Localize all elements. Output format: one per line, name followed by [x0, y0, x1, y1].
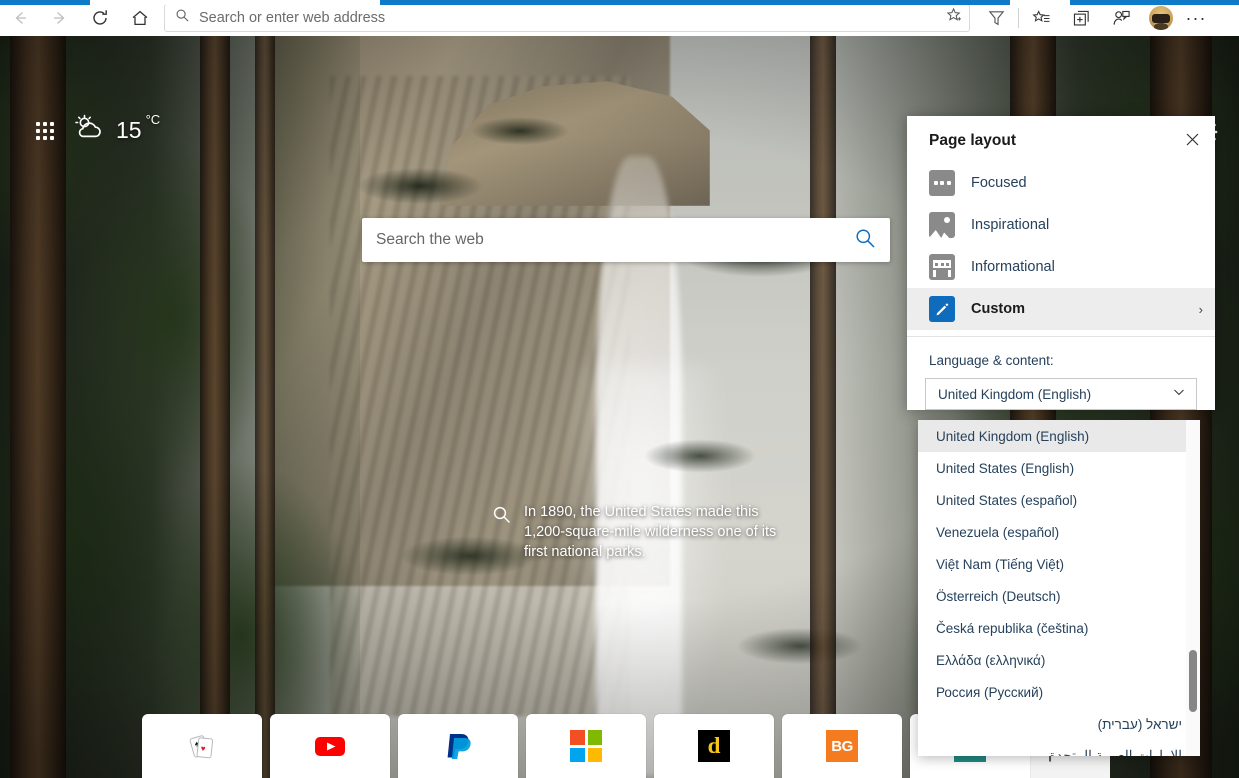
add-favorite-star-icon[interactable] [946, 7, 963, 29]
language-dropdown-list[interactable]: United Kingdom (English) United States (… [918, 420, 1200, 756]
layout-option-custom[interactable]: Custom › [907, 288, 1215, 330]
home-button[interactable] [120, 1, 160, 35]
language-option[interactable]: United States (español) [918, 484, 1200, 516]
layout-option-label: Custom [971, 301, 1025, 317]
tile-bg-site[interactable]: BG [782, 714, 902, 778]
language-select-value: United Kingdom (English) [938, 386, 1092, 402]
avatar-button[interactable] [1141, 1, 1181, 35]
address-input[interactable]: Search or enter web address [199, 10, 940, 26]
search-submit-icon[interactable] [854, 227, 876, 254]
collections-button[interactable] [976, 1, 1016, 35]
browser-window: Search or enter web address ··· 15 °C Se… [0, 0, 1239, 778]
inspirational-layout-icon [929, 212, 955, 238]
youtube-icon [313, 729, 347, 763]
language-option[interactable]: ישראל (עברית) [918, 708, 1200, 740]
weather-unit: °C [145, 112, 161, 127]
partly-cloudy-icon [72, 114, 106, 147]
layout-option-informational[interactable]: Informational [907, 246, 1215, 288]
tile-d-site[interactable]: d [654, 714, 774, 778]
home-icon [132, 10, 148, 26]
d-logo-icon: d [698, 730, 730, 762]
language-option[interactable]: Österreich (Deutsch) [918, 580, 1200, 612]
language-option[interactable]: United States (English) [918, 452, 1200, 484]
layout-option-label: Inspirational [971, 217, 1050, 233]
microsoft-logo-icon [570, 730, 602, 762]
language-dropdown-options: United Kingdom (English) United States (… [918, 420, 1200, 756]
language-option[interactable]: Việt Nam (Tiếng Việt) [918, 548, 1200, 580]
tile-solitaire[interactable]: ♠ ♥ [142, 714, 262, 778]
weather-temperature: 15 [116, 117, 142, 143]
profile-share-icon [1113, 10, 1130, 25]
informational-layout-icon [929, 254, 955, 280]
image-caption[interactable]: In 1890, the United States made this 1,2… [492, 502, 792, 562]
toolbar-divider [1018, 8, 1019, 28]
tab-collection-icon [1073, 10, 1089, 26]
language-option[interactable]: United Kingdom (English) [918, 420, 1200, 452]
shortcut-tiles: ♠ ♥ d BG [142, 714, 1030, 778]
page-title: Page layout [929, 132, 1016, 149]
favorites-button[interactable] [1021, 1, 1061, 35]
tab-collection-button[interactable] [1061, 1, 1101, 35]
forward-arrow-icon [54, 12, 65, 24]
forward-button[interactable] [40, 1, 80, 35]
browser-toolbar: Search or enter web address ··· [0, 0, 1239, 36]
web-search-box[interactable]: Search the web [362, 218, 890, 262]
search-input[interactable]: Search the web [376, 231, 854, 249]
avatar [1149, 6, 1173, 30]
layout-options-list: Focused Inspirational Informational Cust… [907, 162, 1215, 330]
language-option[interactable]: Česká republika (čeština) [918, 612, 1200, 644]
language-option[interactable]: Venezuela (español) [918, 516, 1200, 548]
magnifier-icon[interactable] [492, 505, 512, 562]
back-arrow-icon [15, 12, 26, 24]
profile-share-button[interactable] [1101, 1, 1141, 35]
bg-logo-icon: BG [826, 730, 858, 762]
dropdown-scrollbar[interactable] [1186, 420, 1200, 756]
tile-microsoft[interactable] [526, 714, 646, 778]
weather-widget[interactable]: 15 °C [72, 112, 161, 147]
app-launcher-grid-icon[interactable] [36, 122, 58, 144]
close-icon [1186, 133, 1198, 145]
playing-cards-icon: ♠ ♥ [185, 729, 219, 763]
layout-option-label: Informational [971, 259, 1055, 275]
layout-option-label: Focused [971, 175, 1027, 191]
language-option[interactable]: الإمارات العربية المتحدة [918, 740, 1200, 756]
image-caption-text: In 1890, the United States made this 1,2… [524, 504, 777, 560]
refresh-icon [93, 10, 107, 25]
close-button[interactable] [1179, 126, 1205, 152]
language-label: Language & content: [929, 353, 1054, 368]
layout-option-inspirational[interactable]: Inspirational [907, 204, 1215, 246]
focused-layout-icon [929, 170, 955, 196]
chevron-down-icon[interactable] [1172, 385, 1186, 404]
layout-option-focused[interactable]: Focused [907, 162, 1215, 204]
language-option[interactable]: Ελλάδα (ελληνικά) [918, 644, 1200, 676]
more-menu-button[interactable]: ··· [1181, 1, 1211, 35]
language-select[interactable]: United Kingdom (English) [925, 378, 1197, 410]
page-layout-flyout: Page layout Focused Inspirational Inform… [907, 116, 1215, 410]
address-bar[interactable]: Search or enter web address [164, 4, 970, 32]
back-button[interactable] [0, 1, 40, 35]
custom-layout-pencil-icon [929, 296, 955, 322]
dropdown-scrollbar-thumb[interactable] [1189, 650, 1197, 712]
tab-strip [0, 0, 1239, 5]
language-option[interactable]: Россия (Русский) [918, 676, 1200, 708]
search-icon [175, 8, 190, 28]
favorites-list-icon [1031, 9, 1049, 22]
collections-icon [988, 10, 1004, 25]
refresh-button[interactable] [80, 1, 120, 35]
tile-paypal[interactable] [398, 714, 518, 778]
tile-youtube[interactable] [270, 714, 390, 778]
paypal-icon [441, 729, 475, 763]
chevron-right-icon[interactable]: › [1199, 302, 1203, 317]
